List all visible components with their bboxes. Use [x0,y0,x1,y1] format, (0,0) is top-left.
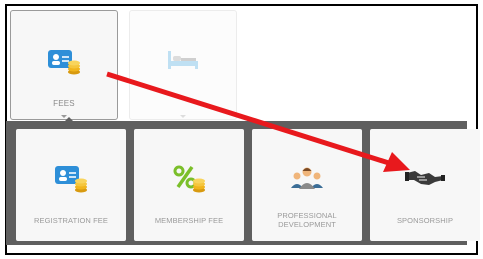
sponsorship-label: SPONSORSHIP [396,216,454,225]
membership-fee-tile[interactable]: MEMBERSHIP FEE [134,129,244,241]
id-card-coins-icon [47,49,81,80]
registration-fee-label: REGISTRATION FEE [34,216,108,225]
group-people-icon [290,165,324,196]
bed-icon [166,49,200,76]
professional-development-label-line1: PROFESSIONAL [277,211,337,220]
professional-development-label: PROFESSIONAL DEVELOPMENT [254,211,360,229]
professional-development-tile[interactable]: PROFESSIONAL DEVELOPMENT [252,129,362,241]
membership-fee-label: MEMBERSHIP FEE [154,216,224,225]
professional-development-label-line2: DEVELOPMENT [278,220,336,229]
fees-menu-label: FEES [53,99,75,108]
id-card-coins-icon [54,165,88,198]
registration-fee-tile[interactable]: REGISTRATION FEE [16,129,126,241]
handshake-icon [405,165,445,194]
sponsorship-tile[interactable]: SPONSORSHIP [370,129,480,241]
accommodation-menu-tile[interactable] [129,10,237,120]
fees-menu-tile[interactable]: FEES [10,10,118,120]
chevron-down-icon [180,115,186,118]
percent-coins-icon [172,165,206,198]
